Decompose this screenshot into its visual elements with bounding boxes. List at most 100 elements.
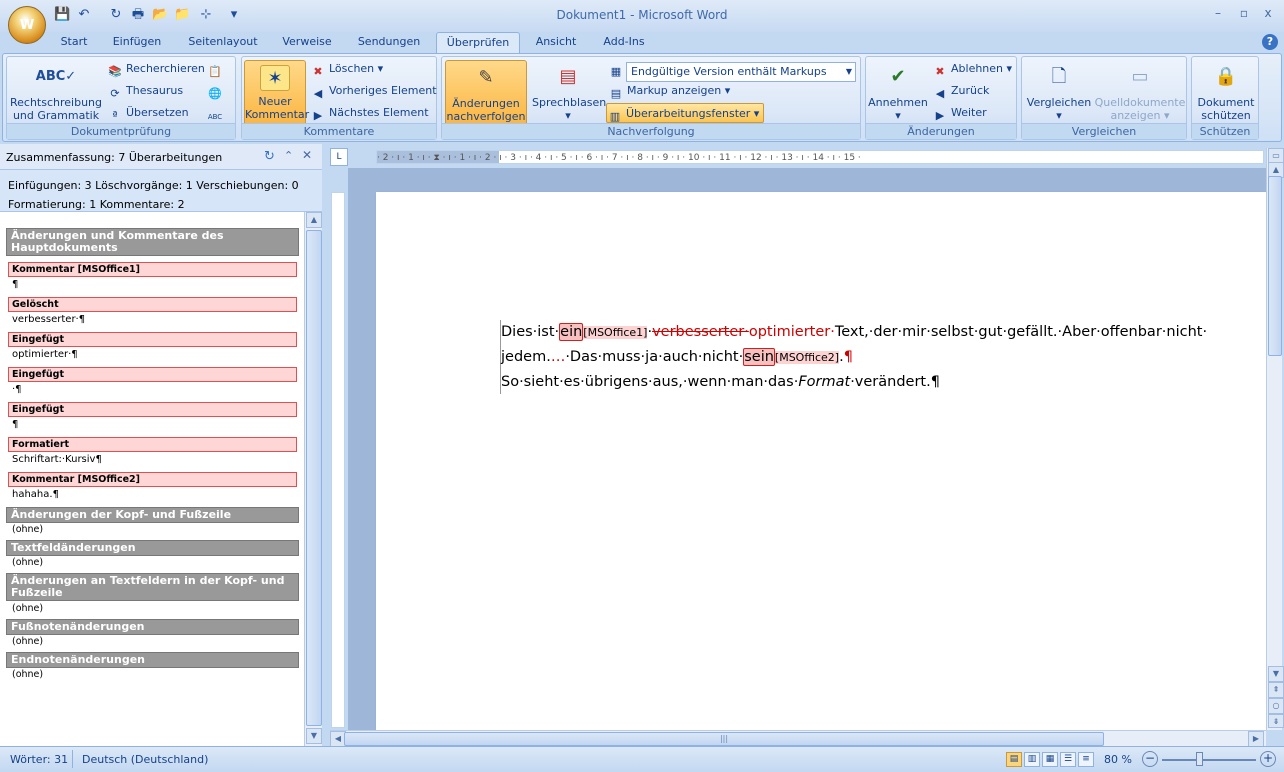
- group-nachverfolgung: ✎ Änderungen nachverfolgen ▾ ▤ Sprechbla…: [441, 56, 861, 140]
- review-pane-stats: Einfügungen: 3 Löschvorgänge: 1 Verschie…: [0, 170, 322, 212]
- display-review-icon-button[interactable]: ▦: [608, 59, 627, 79]
- revision-header[interactable]: Eingefügt: [8, 332, 297, 347]
- browse-object-icon[interactable]: ○: [1268, 698, 1284, 714]
- thesaurus-button[interactable]: ⟳ Thesaurus: [107, 81, 183, 101]
- review-pane-scrollbar[interactable]: ▲ ▼: [304, 212, 322, 746]
- tab-start[interactable]: Start: [52, 32, 96, 54]
- scroll-right-icon[interactable]: ▶: [1248, 731, 1264, 747]
- document-page[interactable]: Dies·ist·ein[MSOffice1]·verbesserter·opt…: [376, 192, 1266, 730]
- research-button[interactable]: 📚 Recherchieren: [107, 59, 205, 79]
- revision-text[interactable]: ¶: [12, 418, 18, 432]
- comment-anchor[interactable]: ein: [559, 323, 584, 341]
- comment-ref[interactable]: [MSOffice1]: [583, 326, 648, 339]
- previous-comment-button[interactable]: ◀ Vorheriges Element: [310, 81, 437, 101]
- tab-einfuegen[interactable]: Einfügen: [108, 32, 166, 54]
- web-layout-icon[interactable]: ▦: [1042, 752, 1058, 767]
- revision-header[interactable]: Eingefügt: [8, 367, 297, 382]
- close-pane-icon[interactable]: ✕: [302, 148, 312, 162]
- accept-button[interactable]: ✔ Annehmen ▾: [868, 60, 928, 122]
- vertical-scrollbar[interactable]: ▭ ▲ ▼ ⇞ ○ ⇟: [1266, 148, 1284, 730]
- revision-text[interactable]: Schriftart:·Kursiv¶: [12, 453, 102, 467]
- draft-icon[interactable]: ≡: [1078, 752, 1094, 767]
- new-comment-button[interactable]: ✶ Neuer Kommentar: [244, 60, 309, 126]
- markup-display-select[interactable]: Endgültige Version enthält Markups ▼: [626, 62, 856, 82]
- revision-header[interactable]: Kommentar [MSOffice2]: [8, 472, 297, 487]
- translate-button[interactable]: ª Übersetzen: [107, 103, 188, 123]
- revision-header[interactable]: Eingefügt: [8, 402, 297, 417]
- show-markup-icon: ▤: [610, 87, 622, 100]
- show-source-button[interactable]: ▭ Quelldokumente anzeigen ▾: [1094, 60, 1186, 122]
- zoom-in-icon[interactable]: +: [1260, 751, 1276, 767]
- tab-ansicht[interactable]: Ansicht: [528, 32, 584, 54]
- tab-verweise[interactable]: Verweise: [276, 32, 338, 54]
- compare-button[interactable]: 🗋 Vergleichen ▾: [1024, 60, 1094, 122]
- track-changes-button[interactable]: ✎ Änderungen nachverfolgen ▾: [445, 60, 527, 136]
- outline-icon[interactable]: ☰: [1060, 752, 1076, 767]
- section-header: Änderungen der Kopf- und Fußzeile: [6, 507, 299, 523]
- section-empty: (ohne): [12, 557, 44, 568]
- balloons-button[interactable]: ▤ Sprechblasen ▾: [532, 60, 606, 122]
- ruler-scale: · 2 · ı · 1 · ı · ⧗ · ı · 1 · ı · 2 · ı …: [377, 153, 861, 163]
- scroll-down-icon[interactable]: ▼: [306, 728, 322, 744]
- review-pane: Zusammenfassung: 7 Überarbeitungen ↻ ⌃ ✕…: [0, 144, 322, 746]
- revision-header[interactable]: Kommentar [MSOffice1]: [8, 262, 297, 277]
- scroll-thumb[interactable]: |||: [344, 732, 1104, 746]
- spelling-button[interactable]: ABC✓ Rechtschreibung und Grammatik: [9, 60, 103, 123]
- revision-text[interactable]: hahaha.¶: [12, 488, 59, 502]
- scroll-thumb[interactable]: [1268, 176, 1282, 356]
- next-comment-button[interactable]: ▶ Nächstes Element: [310, 103, 429, 123]
- zoom-level[interactable]: 80 %: [1104, 753, 1132, 766]
- language-button[interactable]: 🌐: [207, 81, 226, 101]
- scroll-down-icon[interactable]: ▼: [1268, 666, 1284, 682]
- revision-text[interactable]: verbesserter·¶: [12, 313, 85, 327]
- refresh-icon[interactable]: ↻: [264, 149, 275, 164]
- full-screen-reading-icon[interactable]: ▥: [1024, 752, 1040, 767]
- revision-text[interactable]: ¶: [12, 278, 18, 292]
- help-icon[interactable]: ?: [1262, 34, 1278, 50]
- zoom-slider[interactable]: [1162, 759, 1256, 761]
- horizontal-ruler[interactable]: · 2 · ı · 1 · ı · ⧗ · ı · 1 · ı · 2 · ı …: [376, 150, 1264, 164]
- tab-ueberpruefen[interactable]: Überprüfen: [436, 32, 520, 54]
- revision-text[interactable]: ·¶: [12, 383, 22, 397]
- scroll-up-icon[interactable]: ▲: [306, 212, 322, 228]
- reject-button[interactable]: ✖ Ablehnen ▾: [932, 59, 1012, 79]
- word-count-button[interactable]: ABC: [207, 103, 226, 123]
- revision-header[interactable]: Formatiert: [8, 437, 297, 452]
- revision-text[interactable]: optimierter·¶: [12, 348, 78, 362]
- minimize-button[interactable]: –: [1208, 6, 1228, 24]
- previous-change-button[interactable]: ◀ Zurück: [932, 81, 990, 101]
- collapse-icon[interactable]: ⌃: [284, 149, 293, 162]
- review-pane-button[interactable]: ▥ Überarbeitungsfenster ▾: [606, 103, 765, 123]
- document-body[interactable]: Dies·ist·ein[MSOffice1]·verbesserter·opt…: [500, 320, 1266, 394]
- group-label: Schützen: [1192, 123, 1258, 139]
- revision-header[interactable]: Gelöscht: [8, 297, 297, 312]
- tab-seitenlayout[interactable]: Seitenlayout: [182, 32, 264, 54]
- word-count[interactable]: Wörter: 31: [10, 753, 68, 766]
- close-button[interactable]: x: [1258, 6, 1278, 24]
- restore-button[interactable]: ▫: [1234, 6, 1254, 24]
- next-comment-icon: ▶: [313, 109, 323, 122]
- translate-tooltip-button[interactable]: 📋: [207, 59, 226, 79]
- zoom-slider-thumb[interactable]: [1196, 752, 1203, 766]
- tab-sendungen[interactable]: Sendungen: [350, 32, 428, 54]
- protect-document-button[interactable]: 🔒 Dokument schützen: [1194, 60, 1258, 122]
- window-title: Dokument1 - Microsoft Word: [556, 8, 728, 22]
- prev-page-icon[interactable]: ⇞: [1268, 682, 1284, 698]
- tab-selector[interactable]: L: [330, 148, 348, 166]
- next-page-icon[interactable]: ⇟: [1268, 714, 1284, 728]
- tab-add-ins[interactable]: Add-Ins: [596, 32, 652, 54]
- show-markup-button[interactable]: ▤ Markup anzeigen ▾: [608, 81, 731, 101]
- delete-comment-icon: ✖: [313, 65, 323, 78]
- next-change-button[interactable]: ▶ Weiter: [932, 103, 987, 123]
- comment-anchor[interactable]: sein: [743, 348, 775, 366]
- language-indicator[interactable]: Deutsch (Deutschland): [82, 753, 208, 766]
- section-header: Endnotenänderungen: [6, 652, 299, 668]
- horizontal-scrollbar[interactable]: ◀ ||| ▶: [330, 730, 1266, 747]
- scroll-thumb[interactable]: [306, 230, 322, 726]
- vertical-ruler[interactable]: [331, 192, 345, 728]
- delete-comment-button[interactable]: ✖ Löschen ▾: [310, 59, 383, 79]
- zoom-out-icon[interactable]: −: [1142, 751, 1158, 767]
- comment-ref[interactable]: [MSOffice2]: [774, 351, 840, 364]
- office-button[interactable]: W: [8, 6, 46, 44]
- print-layout-icon[interactable]: ▤: [1006, 752, 1022, 767]
